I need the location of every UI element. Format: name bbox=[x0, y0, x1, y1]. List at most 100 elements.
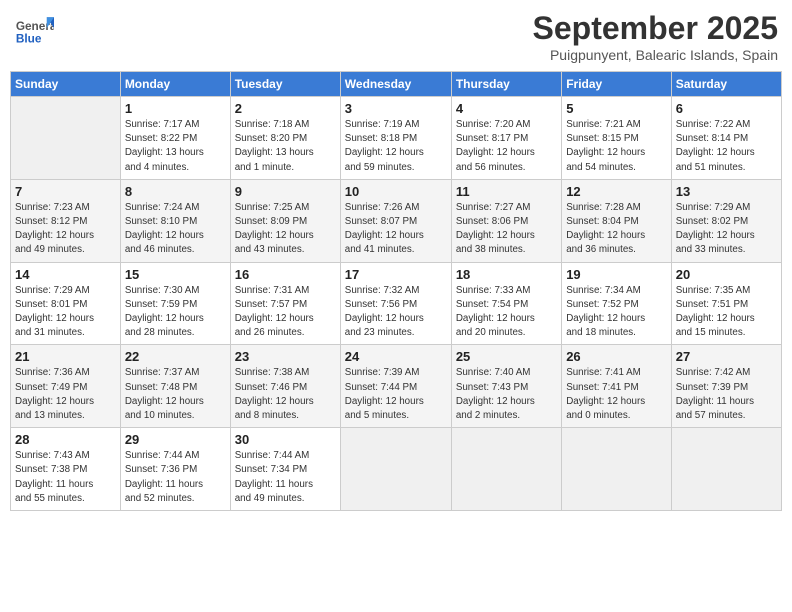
calendar-cell: 15 Sunrise: 7:30 AMSunset: 7:59 PMDayligh… bbox=[120, 262, 230, 345]
calendar-cell: 1Sunrise: 7:17 AMSunset: 8:22 PMDaylight… bbox=[120, 97, 230, 180]
calendar-cell: 6 Sunrise: 7:22 AMSunset: 8:14 PMDaylight… bbox=[671, 97, 781, 180]
page-header: General Blue September 2025 Puigpunyent,… bbox=[10, 10, 782, 63]
calendar-week-row: 1Sunrise: 7:17 AMSunset: 8:22 PMDaylight… bbox=[11, 97, 782, 180]
calendar-cell: 26Sunrise: 7:41 AMSunset: 7:41 PMDayligh… bbox=[562, 345, 672, 428]
calendar-cell: 4 Sunrise: 7:20 AMSunset: 8:17 PMDaylight… bbox=[451, 97, 561, 180]
calendar-cell: 28 Sunrise: 7:43 AMSunset: 7:38 PMDayligh… bbox=[11, 428, 121, 511]
col-header-wednesday: Wednesday bbox=[340, 72, 451, 97]
day-info: Sunrise: 7:26 AMSunset: 8:07 PMDaylight:… bbox=[345, 201, 447, 258]
day-info: Sunrise: 7:39 AMSunset: 7:44 PMDaylight:… bbox=[345, 366, 447, 423]
calendar-header-row: SundayMondayTuesdayWednesdayThursdayFrid… bbox=[11, 72, 782, 97]
day-number: 22 bbox=[125, 349, 226, 364]
day-info: Sunrise: 7:44 AMSunset: 7:34 PMDaylight:… bbox=[235, 449, 336, 506]
calendar-cell: 7 Sunrise: 7:23 AMSunset: 8:12 PMDaylight… bbox=[11, 179, 121, 262]
calendar-cell: 18Sunrise: 7:33 AMSunset: 7:54 PMDayligh… bbox=[451, 262, 561, 345]
day-number: 28 bbox=[15, 432, 116, 447]
day-number: 19 bbox=[566, 267, 667, 282]
day-info: Sunrise: 7:25 AMSunset: 8:09 PMDaylight:… bbox=[235, 201, 336, 258]
month-title: September 2025 bbox=[533, 10, 778, 47]
day-number: 20 bbox=[676, 267, 777, 282]
calendar-cell: 10 Sunrise: 7:26 AMSunset: 8:07 PMDayligh… bbox=[340, 179, 451, 262]
day-number: 5 bbox=[566, 101, 667, 116]
calendar-cell bbox=[562, 428, 672, 511]
day-info: Sunrise: 7:41 AMSunset: 7:41 PMDaylight:… bbox=[566, 366, 667, 423]
calendar-cell: 24 Sunrise: 7:39 AMSunset: 7:44 PMDayligh… bbox=[340, 345, 451, 428]
calendar-cell bbox=[451, 428, 561, 511]
day-number: 21 bbox=[15, 349, 116, 364]
day-number: 30 bbox=[235, 432, 336, 447]
col-header-tuesday: Tuesday bbox=[230, 72, 340, 97]
day-number: 23 bbox=[235, 349, 336, 364]
day-info: Sunrise: 7:40 AMSunset: 7:43 PMDaylight:… bbox=[456, 366, 557, 423]
day-info: Sunrise: 7:27 AMSunset: 8:06 PMDaylight:… bbox=[456, 201, 557, 258]
calendar-cell: 17 Sunrise: 7:32 AMSunset: 7:56 PMDayligh… bbox=[340, 262, 451, 345]
day-number: 14 bbox=[15, 267, 116, 282]
day-info: Sunrise: 7:28 AMSunset: 8:04 PMDaylight:… bbox=[566, 201, 667, 258]
day-number: 3 bbox=[345, 101, 447, 116]
col-header-monday: Monday bbox=[120, 72, 230, 97]
calendar-cell bbox=[11, 97, 121, 180]
day-number: 27 bbox=[676, 349, 777, 364]
calendar-week-row: 7 Sunrise: 7:23 AMSunset: 8:12 PMDaylight… bbox=[11, 179, 782, 262]
day-info: Sunrise: 7:17 AMSunset: 8:22 PMDaylight:… bbox=[125, 118, 226, 175]
day-number: 6 bbox=[676, 101, 777, 116]
day-number: 4 bbox=[456, 101, 557, 116]
calendar-week-row: 21Sunrise: 7:36 AMSunset: 7:49 PMDayligh… bbox=[11, 345, 782, 428]
col-header-saturday: Saturday bbox=[671, 72, 781, 97]
calendar-cell: 12 Sunrise: 7:28 AMSunset: 8:04 PMDayligh… bbox=[562, 179, 672, 262]
calendar-cell: 9 Sunrise: 7:25 AMSunset: 8:09 PMDaylight… bbox=[230, 179, 340, 262]
calendar-cell: 16Sunrise: 7:31 AMSunset: 7:57 PMDayligh… bbox=[230, 262, 340, 345]
calendar-cell: 20 Sunrise: 7:35 AMSunset: 7:51 PMDayligh… bbox=[671, 262, 781, 345]
day-info: Sunrise: 7:19 AMSunset: 8:18 PMDaylight:… bbox=[345, 118, 447, 175]
day-number: 24 bbox=[345, 349, 447, 364]
day-number: 16 bbox=[235, 267, 336, 282]
calendar-cell: 5 Sunrise: 7:21 AMSunset: 8:15 PMDaylight… bbox=[562, 97, 672, 180]
calendar-cell: 14 Sunrise: 7:29 AMSunset: 8:01 PMDayligh… bbox=[11, 262, 121, 345]
day-info: Sunrise: 7:30 AMSunset: 7:59 PMDaylight:… bbox=[125, 284, 226, 341]
calendar-cell: 8Sunrise: 7:24 AMSunset: 8:10 PMDaylight… bbox=[120, 179, 230, 262]
calendar-cell: 2Sunrise: 7:18 AMSunset: 8:20 PMDaylight… bbox=[230, 97, 340, 180]
calendar-cell: 23Sunrise: 7:38 AMSunset: 7:46 PMDayligh… bbox=[230, 345, 340, 428]
day-number: 2 bbox=[235, 101, 336, 116]
calendar-week-row: 28 Sunrise: 7:43 AMSunset: 7:38 PMDayligh… bbox=[11, 428, 782, 511]
day-info: Sunrise: 7:20 AMSunset: 8:17 PMDaylight:… bbox=[456, 118, 557, 175]
day-number: 29 bbox=[125, 432, 226, 447]
day-number: 25 bbox=[456, 349, 557, 364]
calendar-cell: 19 Sunrise: 7:34 AMSunset: 7:52 PMDayligh… bbox=[562, 262, 672, 345]
day-number: 15 bbox=[125, 267, 226, 282]
day-number: 17 bbox=[345, 267, 447, 282]
day-info: Sunrise: 7:29 AMSunset: 8:01 PMDaylight:… bbox=[15, 284, 116, 341]
calendar-body: 1Sunrise: 7:17 AMSunset: 8:22 PMDaylight… bbox=[11, 97, 782, 511]
calendar-cell bbox=[340, 428, 451, 511]
day-info: Sunrise: 7:37 AMSunset: 7:48 PMDaylight:… bbox=[125, 366, 226, 423]
day-number: 13 bbox=[676, 184, 777, 199]
day-number: 9 bbox=[235, 184, 336, 199]
calendar-cell: 27 Sunrise: 7:42 AMSunset: 7:39 PMDayligh… bbox=[671, 345, 781, 428]
calendar-cell: 13 Sunrise: 7:29 AMSunset: 8:02 PMDayligh… bbox=[671, 179, 781, 262]
svg-text:Blue: Blue bbox=[16, 32, 42, 46]
day-number: 10 bbox=[345, 184, 447, 199]
day-info: Sunrise: 7:22 AMSunset: 8:14 PMDaylight:… bbox=[676, 118, 777, 175]
col-header-sunday: Sunday bbox=[11, 72, 121, 97]
day-info: Sunrise: 7:35 AMSunset: 7:51 PMDaylight:… bbox=[676, 284, 777, 341]
day-info: Sunrise: 7:29 AMSunset: 8:02 PMDaylight:… bbox=[676, 201, 777, 258]
calendar-cell: 22 Sunrise: 7:37 AMSunset: 7:48 PMDayligh… bbox=[120, 345, 230, 428]
calendar-week-row: 14 Sunrise: 7:29 AMSunset: 8:01 PMDayligh… bbox=[11, 262, 782, 345]
day-info: Sunrise: 7:23 AMSunset: 8:12 PMDaylight:… bbox=[15, 201, 116, 258]
day-number: 11 bbox=[456, 184, 557, 199]
day-info: Sunrise: 7:34 AMSunset: 7:52 PMDaylight:… bbox=[566, 284, 667, 341]
day-number: 12 bbox=[566, 184, 667, 199]
calendar-cell: 25 Sunrise: 7:40 AMSunset: 7:43 PMDayligh… bbox=[451, 345, 561, 428]
calendar-cell: 11 Sunrise: 7:27 AMSunset: 8:06 PMDayligh… bbox=[451, 179, 561, 262]
day-info: Sunrise: 7:42 AMSunset: 7:39 PMDaylight:… bbox=[676, 366, 777, 423]
day-info: Sunrise: 7:44 AMSunset: 7:36 PMDaylight:… bbox=[125, 449, 226, 506]
day-info: Sunrise: 7:32 AMSunset: 7:56 PMDaylight:… bbox=[345, 284, 447, 341]
day-info: Sunrise: 7:21 AMSunset: 8:15 PMDaylight:… bbox=[566, 118, 667, 175]
logo: General Blue bbox=[14, 10, 58, 50]
day-number: 7 bbox=[15, 184, 116, 199]
day-number: 18 bbox=[456, 267, 557, 282]
day-info: Sunrise: 7:43 AMSunset: 7:38 PMDaylight:… bbox=[15, 449, 116, 506]
col-header-friday: Friday bbox=[562, 72, 672, 97]
calendar-cell: 3 Sunrise: 7:19 AMSunset: 8:18 PMDaylight… bbox=[340, 97, 451, 180]
col-header-thursday: Thursday bbox=[451, 72, 561, 97]
